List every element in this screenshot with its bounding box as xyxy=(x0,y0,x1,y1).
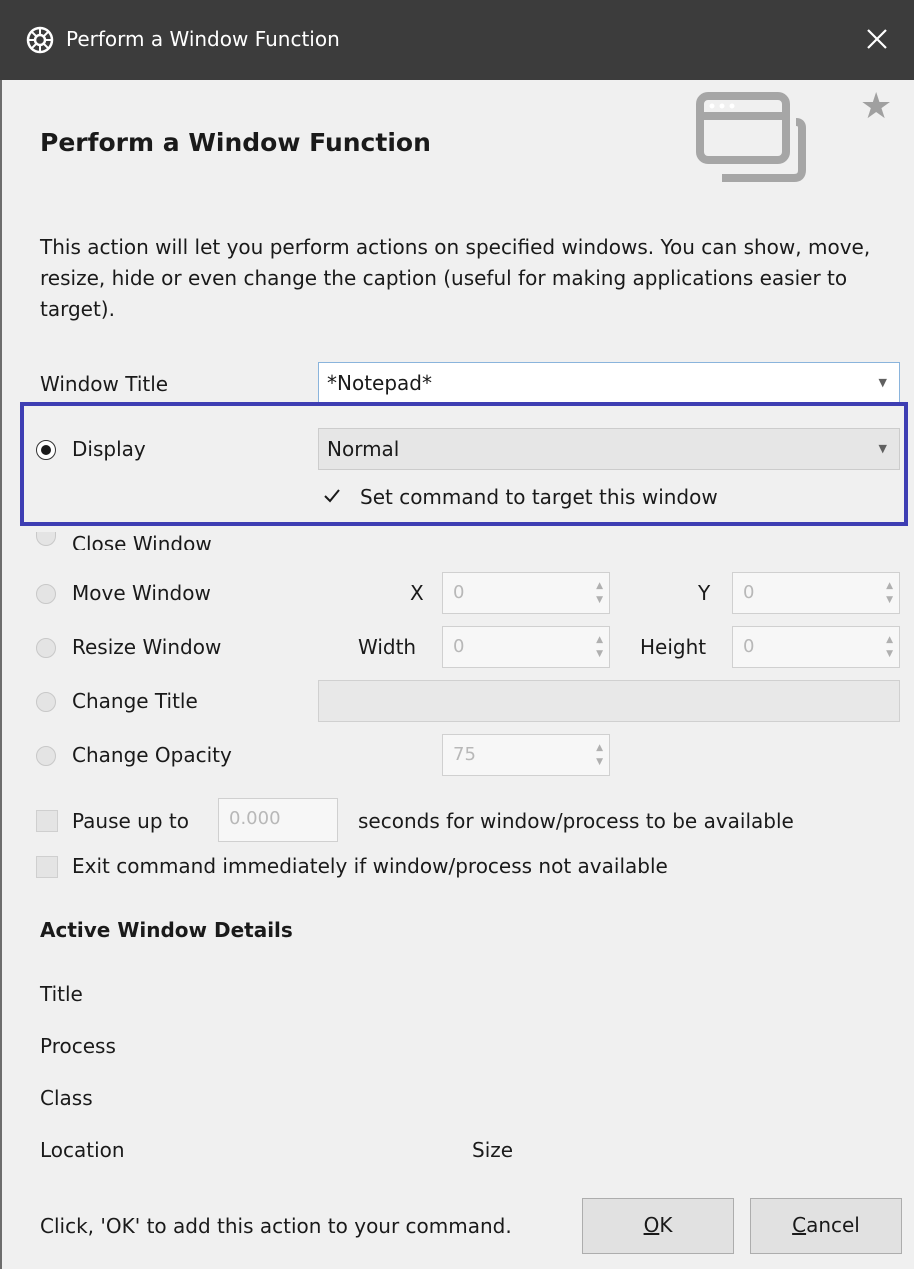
gear-icon xyxy=(26,26,54,54)
cancel-button[interactable]: Cancel xyxy=(750,1198,902,1254)
height-label: Height xyxy=(640,635,707,659)
display-radio[interactable] xyxy=(36,440,56,460)
window-title-label: Window Title xyxy=(40,372,169,396)
height-input[interactable]: 0 ▲ ▼ xyxy=(732,626,900,668)
spin-up-icon[interactable]: ▲ xyxy=(886,581,893,591)
window-title: Perform a Window Function xyxy=(66,27,340,51)
star-icon[interactable]: ★ xyxy=(860,86,892,127)
ok-button[interactable]: OK xyxy=(582,1198,734,1254)
checkmark-icon[interactable] xyxy=(322,486,342,506)
dialog-heading: Perform a Window Function xyxy=(40,128,431,157)
ok-mnemonic: O xyxy=(643,1213,660,1237)
change-title-radio[interactable] xyxy=(36,692,56,712)
spin-down-icon[interactable]: ▼ xyxy=(596,649,603,659)
title-bar: Perform a Window Function xyxy=(0,0,914,80)
change-title-input[interactable] xyxy=(318,680,900,722)
opacity-value: 75 xyxy=(453,744,476,765)
window-title-value: *Notepad* xyxy=(327,371,432,395)
resize-window-label: Resize Window xyxy=(72,635,222,659)
spin-down-icon[interactable]: ▼ xyxy=(596,757,603,767)
move-window-label: Move Window xyxy=(72,581,211,605)
cancel-mnemonic: C xyxy=(792,1213,807,1237)
change-title-label: Change Title xyxy=(72,689,198,713)
detail-size-label: Size xyxy=(472,1138,514,1162)
detail-class-label: Class xyxy=(40,1086,93,1110)
x-label: X xyxy=(410,581,424,605)
ok-label: K xyxy=(659,1213,673,1237)
window-title-combo[interactable]: *Notepad* ▼ xyxy=(318,362,900,404)
exit-label: Exit command immediately if window/proce… xyxy=(72,854,668,878)
pause-seconds-input[interactable]: 0.000 xyxy=(218,798,338,842)
y-value: 0 xyxy=(743,582,755,603)
window-icon xyxy=(696,92,806,182)
change-opacity-radio[interactable] xyxy=(36,746,56,766)
detail-title-label: Title xyxy=(40,982,83,1006)
spin-down-icon[interactable]: ▼ xyxy=(886,595,893,605)
width-input[interactable]: 0 ▲ ▼ xyxy=(442,626,610,668)
detail-location-label: Location xyxy=(40,1138,125,1162)
active-window-details-heading: Active Window Details xyxy=(40,918,293,942)
pause-label: Pause up to xyxy=(72,809,189,833)
display-select[interactable]: Normal ▼ xyxy=(318,428,900,470)
opacity-input[interactable]: 75 ▲ ▼ xyxy=(442,734,610,776)
y-input[interactable]: 0 ▲ ▼ xyxy=(732,572,900,614)
chevron-down-icon: ▼ xyxy=(878,442,887,455)
y-label: Y xyxy=(698,581,711,605)
footer-hint: Click, 'OK' to add this action to your c… xyxy=(40,1214,512,1238)
spin-up-icon[interactable]: ▲ xyxy=(596,581,603,591)
x-input[interactable]: 0 ▲ ▼ xyxy=(442,572,610,614)
x-value: 0 xyxy=(453,582,465,603)
exit-checkbox[interactable] xyxy=(36,856,58,878)
close-icon[interactable] xyxy=(854,16,900,62)
pause-checkbox[interactable] xyxy=(36,810,58,832)
set-command-label: Set command to target this window xyxy=(360,485,718,509)
description: This action will let you perform actions… xyxy=(40,235,871,321)
pause-suffix-label: seconds for window/process to be availab… xyxy=(358,809,794,833)
spin-up-icon[interactable]: ▲ xyxy=(596,743,603,753)
width-label: Width xyxy=(358,635,417,659)
close-window-radio[interactable] xyxy=(36,532,56,546)
width-value: 0 xyxy=(453,636,465,657)
chevron-down-icon: ▼ xyxy=(878,376,887,389)
resize-window-radio[interactable] xyxy=(36,638,56,658)
detail-process-label: Process xyxy=(40,1034,116,1058)
spin-down-icon[interactable]: ▼ xyxy=(886,649,893,659)
move-window-radio[interactable] xyxy=(36,584,56,604)
close-window-label: Close Window xyxy=(72,532,212,550)
spin-down-icon[interactable]: ▼ xyxy=(596,595,603,605)
cancel-label: ancel xyxy=(806,1213,860,1237)
spin-up-icon[interactable]: ▲ xyxy=(596,635,603,645)
window-border xyxy=(0,80,2,1269)
change-opacity-label: Change Opacity xyxy=(72,743,232,767)
spin-up-icon[interactable]: ▲ xyxy=(886,635,893,645)
pause-seconds-value: 0.000 xyxy=(229,808,281,829)
display-label: Display xyxy=(72,437,146,461)
height-value: 0 xyxy=(743,636,755,657)
display-value: Normal xyxy=(327,437,400,461)
